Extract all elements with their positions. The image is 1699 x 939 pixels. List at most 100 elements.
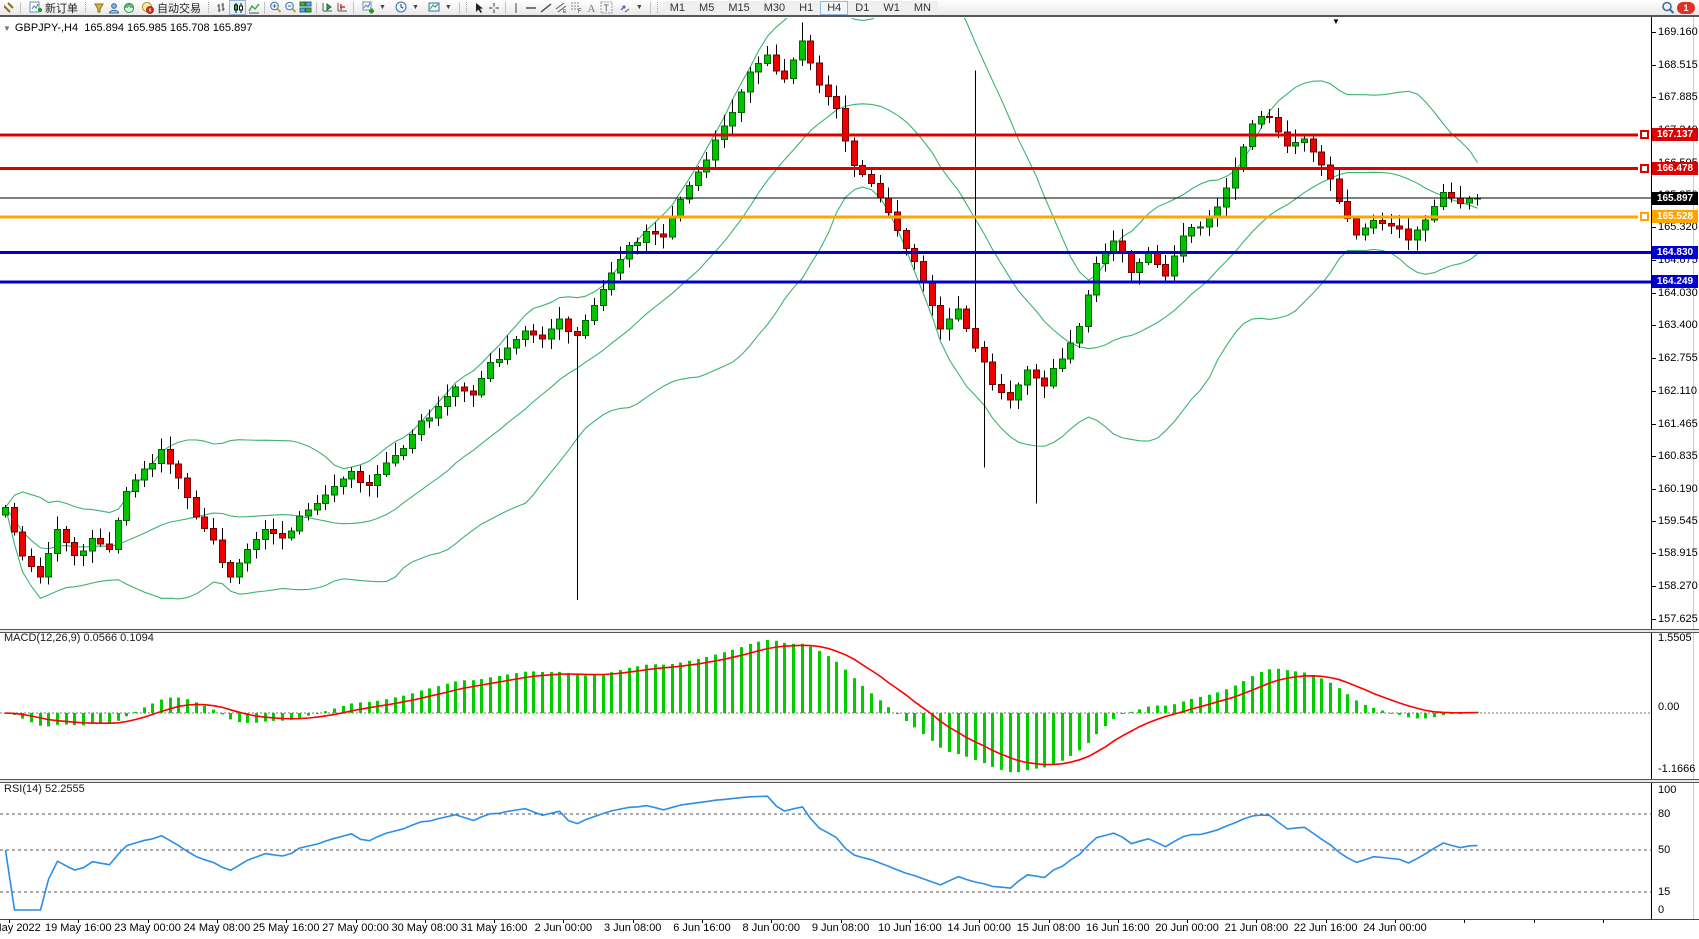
mt4-window: { "toolbar": { "new_order_label": "新订单",… — [0, 0, 1699, 939]
periods-button[interactable]: ▼ — [390, 1, 423, 15]
equidistant-channel-icon[interactable]: E — [554, 1, 569, 14]
price-tick-label: 163.400 — [1658, 319, 1698, 331]
level-endpoint-square — [1640, 164, 1649, 173]
timeframe-m15-button[interactable]: M15 — [721, 1, 756, 15]
price-tick — [1652, 65, 1656, 66]
price-tick — [1652, 391, 1656, 392]
rsi-scale-label: 100 — [1658, 784, 1676, 796]
new-order-button[interactable]: 新订单 — [24, 1, 82, 15]
timeframe-h1-button[interactable]: H1 — [792, 1, 820, 15]
text-icon[interactable]: A — [584, 1, 599, 14]
price-tick-label: 159.545 — [1658, 515, 1698, 527]
price-tick-label: 168.515 — [1658, 59, 1698, 71]
rsi-scale-label: 0 — [1658, 904, 1664, 916]
caret-down-icon: ▼ — [412, 4, 419, 11]
time-axis-label: 24 Jun 00:00 — [1353, 922, 1437, 934]
timeframe-mn-button[interactable]: MN — [907, 1, 938, 15]
grip — [85, 2, 88, 13]
templates-button[interactable]: ▼ — [423, 1, 456, 15]
macd-scale-label: -1.1666 — [1658, 763, 1695, 775]
vertical-line-icon[interactable] — [509, 1, 524, 14]
chart-shift-icon[interactable] — [335, 1, 350, 14]
timeframe-d1-button[interactable]: D1 — [848, 1, 876, 15]
line-chart-icon[interactable] — [246, 1, 261, 14]
notification-badge: 1 — [1677, 2, 1695, 14]
auto-scroll-icon[interactable] — [320, 1, 335, 14]
text-label-icon[interactable]: T — [599, 1, 614, 14]
svg-text:F: F — [578, 9, 582, 14]
grip — [466, 2, 469, 13]
level-endpoint-square — [1640, 130, 1649, 139]
price-tick — [1652, 586, 1656, 587]
price-level-tag: 166.478 — [1652, 162, 1698, 175]
candlestick-chart-icon[interactable] — [229, 0, 246, 15]
chart-canvas[interactable] — [0, 0, 1699, 939]
price-tick-label: 158.915 — [1658, 547, 1698, 559]
zoom-out-icon[interactable] — [283, 1, 298, 14]
fibonacci-icon[interactable]: F — [569, 1, 584, 14]
time-axis-line — [0, 919, 1699, 920]
template-icon — [427, 1, 442, 14]
price-tick — [1652, 521, 1656, 522]
separator — [353, 2, 354, 14]
timeframe-h4-button[interactable]: H4 — [820, 1, 848, 15]
horizontal-line-icon[interactable] — [524, 1, 539, 14]
separator — [264, 2, 265, 14]
price-level-tag: 165.897 — [1652, 192, 1698, 205]
timeframe-w1-button[interactable]: W1 — [876, 1, 907, 15]
price-level-tag: 167.137 — [1652, 128, 1698, 141]
crosshair-icon[interactable] — [487, 1, 502, 14]
auto-trading-button[interactable]: 自动交易 — [136, 1, 205, 15]
timeframe-m5-button[interactable]: M5 — [692, 1, 721, 15]
tile-windows-icon[interactable] — [298, 1, 313, 14]
funnel-icon[interactable] — [91, 1, 106, 14]
toolbar-bottom-edge — [0, 15, 1699, 17]
arrows-button[interactable]: ▼ — [614, 1, 647, 15]
separator — [316, 2, 317, 14]
svg-text:E: E — [563, 9, 567, 14]
price-tick — [1652, 553, 1656, 554]
cursor-icon[interactable] — [472, 1, 487, 14]
macd-scale-label: 0.00 — [1658, 701, 1679, 713]
trendline-icon[interactable] — [539, 1, 554, 14]
one-click-trading-arrow[interactable]: ▼ — [3, 24, 11, 33]
timeframe-m30-button[interactable]: M30 — [757, 1, 792, 15]
macd-window-divider[interactable] — [0, 629, 1699, 633]
search-icon[interactable] — [1660, 1, 1675, 14]
signals-icon[interactable] — [121, 1, 136, 14]
symbol-period: GBPJPY-,H4 — [15, 22, 78, 34]
rsi-value: 52.2555 — [45, 783, 85, 795]
separator — [459, 2, 460, 14]
rsi-window-divider[interactable] — [0, 779, 1699, 783]
caret-down-icon: ▼ — [379, 4, 386, 11]
zoom-in-icon[interactable] — [268, 1, 283, 14]
new-order-label: 新订单 — [45, 0, 78, 16]
price-tick-label: 167.885 — [1658, 91, 1698, 103]
clock-icon — [394, 1, 409, 14]
price-tick-label: 157.625 — [1658, 613, 1698, 625]
notifications-icon[interactable]: 1 — [1675, 1, 1697, 14]
timeframe-m1-button[interactable]: M1 — [663, 1, 692, 15]
bar-chart-icon[interactable] — [214, 1, 229, 14]
price-tick — [1652, 358, 1656, 359]
price-tick-label: 158.270 — [1658, 580, 1698, 592]
clipped-left-icon[interactable] — [2, 1, 17, 14]
price-tick-label: 161.465 — [1658, 418, 1698, 430]
community-icon[interactable] — [106, 1, 121, 14]
indicators-icon — [361, 1, 376, 14]
rsi-name: RSI(14) — [4, 783, 42, 795]
price-tick — [1652, 293, 1656, 294]
indicators-button[interactable]: ▼ — [357, 1, 390, 15]
rsi-scale-label: 50 — [1658, 844, 1670, 856]
price-tick — [1652, 619, 1656, 620]
chart-shift-marker[interactable]: ▼ — [1332, 18, 1340, 26]
price-tick — [1652, 424, 1656, 425]
window-right-edge — [1693, 17, 1694, 919]
separator — [505, 2, 506, 14]
arrows-icon — [618, 1, 633, 14]
price-tick — [1652, 489, 1656, 490]
macd-indicator-label: MACD(12,26,9) 0.0566 0.1094 — [4, 632, 154, 644]
separator — [20, 2, 21, 14]
rsi-scale-label: 80 — [1658, 808, 1670, 820]
caret-down-icon: ▼ — [636, 4, 643, 11]
